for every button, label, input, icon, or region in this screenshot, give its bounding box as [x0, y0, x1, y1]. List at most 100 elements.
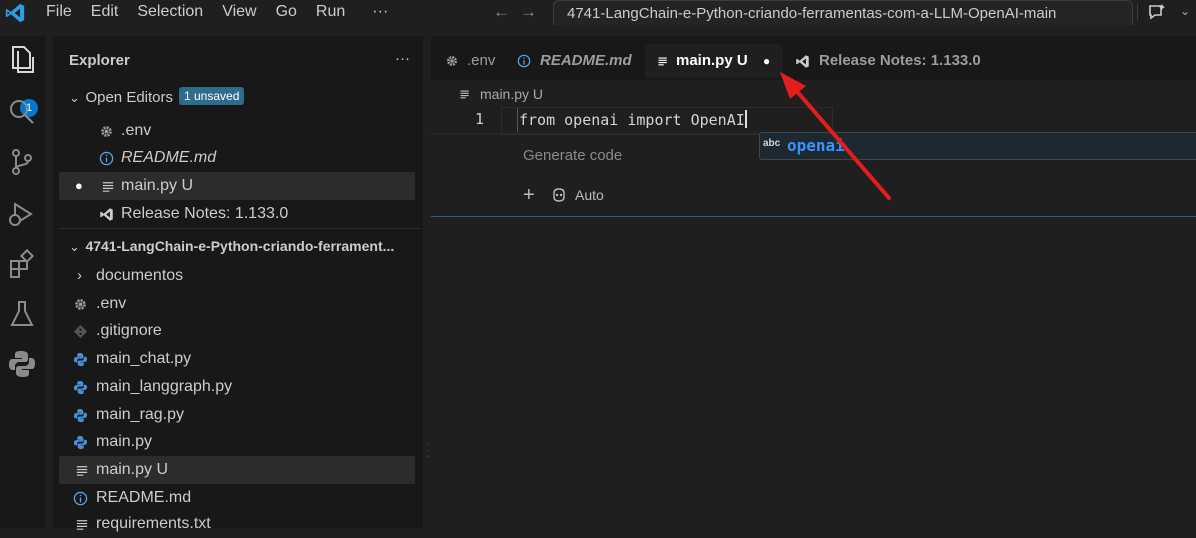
git-icon [73, 324, 88, 339]
vscode-logo-icon[interactable] [4, 2, 26, 24]
python-icon [73, 435, 88, 450]
tree-item-label: requirements.txt [96, 515, 211, 532]
dirty-dot-icon[interactable]: ● [75, 172, 83, 200]
gear-icon [447, 56, 457, 66]
tree-item-label: main.py [96, 433, 153, 450]
open-editor-main-py[interactable]: ● main.py U [59, 172, 415, 200]
menu-bar: File Edit Selection View Go Run ··· [46, 3, 407, 21]
open-editor-label: README.md [121, 149, 217, 166]
text-lines-icon [76, 466, 88, 476]
tree-item-main-chat[interactable]: main_chat.py [59, 345, 415, 373]
open-editor-label: Release Notes: 1.133.0 [121, 205, 289, 222]
folder-label: 4741-LangChain-e-Python-criando-ferramen… [85, 238, 395, 254]
tab-main-py[interactable]: main.py U ● [645, 44, 783, 78]
folder-header[interactable]: ⌄ 4741-LangChain-e-Python-criando-ferram… [59, 232, 415, 260]
tab-label: README.md [540, 52, 632, 69]
explorer-title: Explorer [69, 52, 130, 69]
extensions-icon[interactable] [6, 248, 38, 280]
text-lines-icon [102, 182, 114, 192]
add-context-button[interactable]: + [523, 184, 535, 207]
python-icon[interactable] [6, 348, 38, 380]
tree-item-main-py[interactable]: main.py [59, 428, 415, 456]
python-icon [73, 352, 88, 367]
explorer-sidebar: Explorer ··· ⌄ Open Editors 1 unsaved .en… [53, 36, 423, 532]
suggestion-label[interactable]: openai [787, 136, 845, 155]
vscode-icon [100, 208, 113, 221]
menu-run[interactable]: Run [316, 3, 345, 21]
open-editor-env[interactable]: .env [59, 117, 415, 145]
back-arrow-icon[interactable]: ← [493, 2, 510, 21]
activity-bar: 1 [0, 36, 46, 528]
python-icon [73, 408, 88, 423]
tree-item-gitignore[interactable]: .gitignore [59, 317, 415, 345]
tree-item-documentos[interactable]: › documentos [59, 262, 415, 290]
info-icon [99, 151, 114, 166]
explorer-more-button[interactable]: ··· [395, 50, 410, 67]
tree-item-label: main.py U [96, 461, 169, 478]
dirty-dot-icon[interactable]: ● [763, 44, 770, 78]
unsaved-badge: 1 unsaved [179, 87, 245, 105]
tree-item-label: .env [96, 295, 127, 312]
tree-item-env[interactable]: .env [59, 290, 415, 318]
code-text: from openai import OpenAI [519, 111, 745, 129]
open-editor-readme[interactable]: README.md [59, 144, 415, 172]
tree-item-requirements[interactable]: requirements.txt [59, 510, 415, 538]
chevron-right-icon: › [77, 267, 82, 284]
run-debug-icon[interactable] [6, 198, 38, 230]
text-lines-icon [460, 90, 469, 99]
menu-file[interactable]: File [46, 3, 72, 21]
sidebar-resize-handle[interactable]: · · · [426, 440, 429, 462]
tab-label: Release Notes: 1.133.0 [819, 52, 981, 69]
explorer-files-icon[interactable] [6, 44, 38, 76]
command-center[interactable]: 4741-LangChain-e-Python-criando-ferramen… [553, 0, 1133, 25]
tree-item-main-rag[interactable]: main_rag.py [59, 401, 415, 429]
search-icon[interactable] [6, 96, 38, 128]
open-editor-label: .env [121, 122, 152, 139]
chevron-down-icon: ⌄ [69, 90, 80, 105]
tab-env[interactable]: .env [443, 44, 501, 78]
info-icon [517, 54, 531, 68]
tree-item-main-langgraph[interactable]: main_langgraph.py [59, 373, 415, 401]
source-control-icon[interactable] [6, 146, 38, 178]
tree-item-main-py-untitled[interactable]: main.py U [59, 456, 415, 484]
text-cursor [744, 110, 747, 128]
section-divider [59, 228, 421, 229]
suggestion-widget[interactable]: abc openai [759, 132, 1196, 160]
menu-view[interactable]: View [222, 3, 256, 21]
copilot-chat-icon[interactable] [1147, 3, 1167, 21]
tab-label: main.py U [676, 52, 748, 69]
inline-chat-input[interactable]: Generate code [523, 147, 622, 164]
nav-arrows: ← → [493, 2, 547, 22]
tree-item-label: documentos [96, 267, 184, 284]
menu-edit[interactable]: Edit [91, 3, 119, 21]
editor-tabs: .env README.md main.py U ● Release Notes… [431, 36, 1196, 80]
menu-go[interactable]: Go [276, 3, 297, 21]
line-number: 1 [475, 110, 485, 128]
tab-readme[interactable]: README.md [517, 44, 635, 78]
testing-flask-icon[interactable] [6, 298, 38, 330]
info-icon [73, 491, 88, 506]
open-editor-release-notes[interactable]: Release Notes: 1.133.0 [59, 200, 415, 228]
copilot-icon [553, 188, 565, 202]
open-editors-header[interactable]: ⌄ Open Editors 1 unsaved [59, 84, 415, 112]
editor-area: .env README.md main.py U ● Release Notes… [431, 36, 1196, 528]
text-lines-icon [76, 520, 88, 530]
chevron-down-icon[interactable]: ⌄ [1180, 4, 1190, 18]
menu-more[interactable]: ··· [372, 3, 388, 21]
open-editors-label: Open Editors [85, 89, 173, 106]
tree-item-label: main_langgraph.py [96, 378, 233, 395]
chevron-down-icon: ⌄ [69, 239, 80, 254]
forward-arrow-icon[interactable]: → [520, 2, 537, 21]
gear-icon [101, 126, 112, 137]
tree-item-label: .gitignore [96, 322, 162, 339]
breadcrumb-label: main.py U [480, 86, 544, 102]
menu-selection[interactable]: Selection [137, 3, 203, 21]
open-editor-label: main.py U [121, 177, 194, 194]
tab-release-notes[interactable]: Release Notes: 1.133.0 [795, 44, 985, 78]
tree-item-readme[interactable]: README.md [59, 484, 415, 512]
tree-item-label: main_rag.py [96, 406, 185, 423]
python-icon [73, 380, 88, 395]
text-lines-icon [658, 57, 667, 66]
code-line[interactable]: from openai import OpenAI [517, 108, 747, 132]
tab-label: .env [467, 52, 496, 69]
